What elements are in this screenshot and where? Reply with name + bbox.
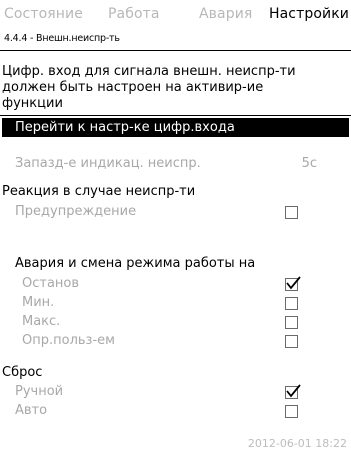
checkmark-icon bbox=[286, 384, 301, 398]
description-line: функции bbox=[2, 96, 63, 111]
reset-auto-checkbox[interactable] bbox=[285, 405, 298, 418]
goto-digital-input-button[interactable]: Перейти к настр-ке цифр.входа bbox=[2, 118, 349, 137]
option-max-label: Макс. bbox=[22, 314, 61, 329]
reaction-header: Реакция в случае неиспр-ти bbox=[2, 184, 196, 199]
option-min-checkbox[interactable] bbox=[285, 297, 298, 310]
tab-settings[interactable]: Настройки bbox=[269, 6, 349, 22]
reset-auto-label: Авто bbox=[15, 403, 48, 418]
tab-operation[interactable]: Работа bbox=[108, 6, 160, 22]
header-divider bbox=[0, 50, 351, 51]
description: Цифр. вход для сигнала внешн. неиспр-ти … bbox=[2, 64, 347, 112]
reset-manual-label: Ручной bbox=[15, 384, 64, 399]
tab-bar: Состояние Работа Авария Настройки bbox=[0, 6, 351, 26]
description-line: Цифр. вход для сигнала внешн. неиспр-ти bbox=[2, 64, 296, 79]
warning-label: Предупреждение bbox=[15, 204, 137, 219]
option-stop-label: Останов bbox=[22, 276, 80, 291]
datetime: 2012-06-01 18:22 bbox=[247, 437, 347, 450]
description-line: должен быть настроен на активир-ие bbox=[2, 80, 264, 95]
tab-status[interactable]: Состояние bbox=[4, 6, 83, 22]
breadcrumb: 4.4.4 - Внешн.неиспр-ть bbox=[4, 33, 120, 44]
option-user-defined-checkbox[interactable] bbox=[285, 335, 298, 348]
screen: Состояние Работа Авария Настройки 4.4.4 … bbox=[0, 0, 351, 459]
reset-manual-checkbox[interactable] bbox=[285, 384, 301, 399]
option-min-label: Мин. bbox=[22, 295, 55, 310]
option-max-checkbox[interactable] bbox=[285, 316, 298, 329]
warning-checkbox[interactable] bbox=[285, 206, 298, 219]
delay-value[interactable]: 5с bbox=[302, 155, 317, 173]
description-divider bbox=[0, 115, 351, 116]
reset-header: Сброс bbox=[2, 365, 43, 380]
checkmark-icon bbox=[286, 276, 301, 290]
alarm-header: Авария и смена режима работы на bbox=[15, 256, 256, 271]
tab-alarm[interactable]: Авария bbox=[199, 6, 252, 22]
delay-label: Запазд-е индикац. неиспр. bbox=[15, 156, 201, 171]
option-stop-checkbox[interactable] bbox=[285, 276, 301, 291]
option-user-defined-label: Опр.польз-ем bbox=[22, 333, 115, 348]
